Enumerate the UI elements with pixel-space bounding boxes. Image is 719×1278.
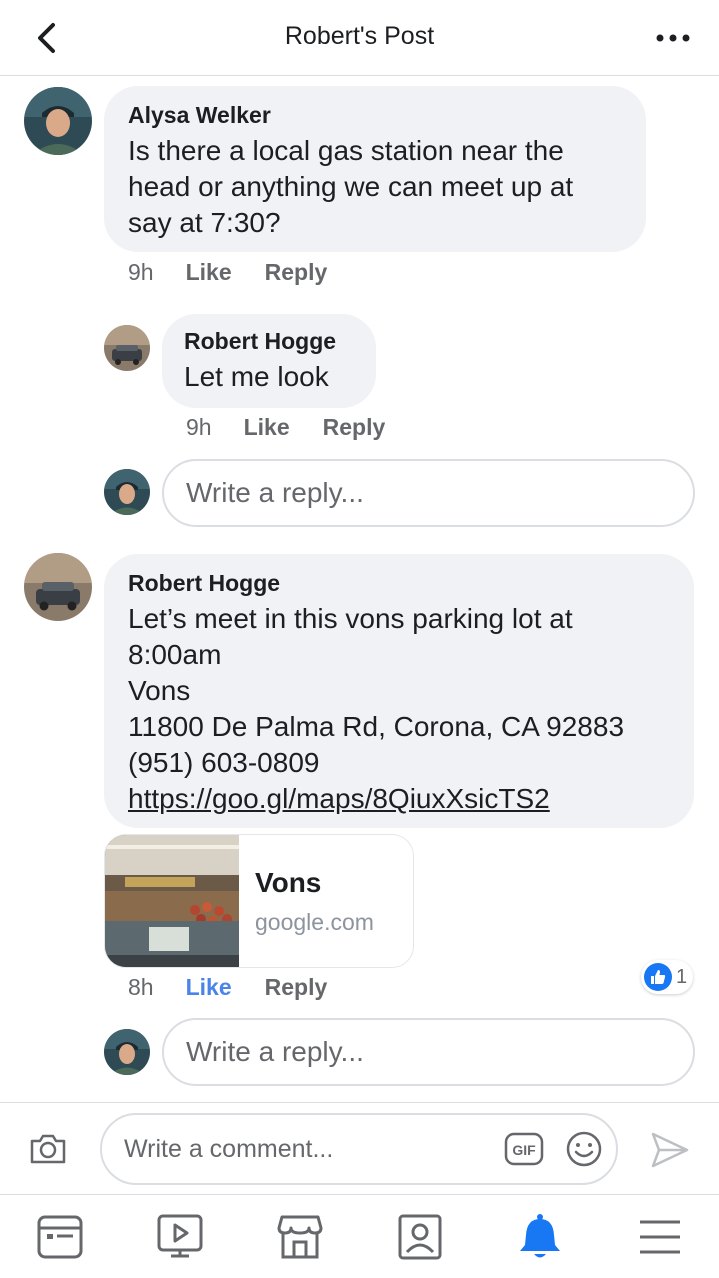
avatar [104, 469, 150, 515]
link-preview-domain: google.com [255, 909, 374, 935]
avatar[interactable] [104, 325, 150, 371]
header: Robert's Post [0, 0, 719, 76]
avatar[interactable] [24, 87, 92, 155]
comment-author[interactable]: Alysa Welker [128, 102, 622, 129]
comment-text: Is there a local gas station near the [128, 135, 564, 166]
reply-input[interactable]: Write a reply... [162, 1018, 695, 1086]
tab-notifications[interactable] [516, 1213, 564, 1261]
comment-text: head or anything we can meet up at [128, 171, 574, 202]
tab-watch[interactable] [156, 1213, 204, 1261]
like-button[interactable]: Like [244, 414, 290, 441]
comment-text: say at 7:30? [128, 207, 281, 238]
camera-button[interactable] [28, 1129, 68, 1169]
comment-meta: 9h Like Reply [128, 259, 360, 286]
tab-news-feed[interactable] [36, 1213, 84, 1261]
comment-text: Vons [128, 675, 191, 706]
reply-timestamp: 9h [186, 414, 212, 440]
reply-text: Let me look [184, 361, 329, 392]
reply-author[interactable]: Robert Hogge [184, 328, 354, 355]
link-preview-title: Vons [255, 867, 322, 898]
comment-link[interactable]: https://goo.gl/maps/8QiuxXsicTS2 [128, 781, 670, 817]
watch-icon [157, 1214, 203, 1258]
notifications-icon [520, 1214, 560, 1258]
comment-timestamp: 9h [128, 259, 154, 285]
menu-icon [640, 1220, 680, 1254]
gif-icon: GIF [504, 1132, 544, 1166]
reply-button[interactable]: Reply [265, 259, 328, 286]
reply-input[interactable]: Write a reply... [162, 459, 695, 527]
smiley-icon [566, 1131, 602, 1167]
tab-profile[interactable] [396, 1213, 444, 1261]
like-button[interactable]: Like [186, 259, 232, 286]
comment-text: Let’s meet in this vons parking lot at [128, 603, 573, 634]
news-feed-icon [37, 1215, 83, 1259]
reply-bubble: Robert Hogge Let me look [162, 314, 376, 408]
emoji-button[interactable] [565, 1130, 603, 1168]
send-button[interactable] [650, 1131, 690, 1169]
thumbs-up-icon [644, 963, 672, 991]
link-preview-card[interactable]: Vons google.com [104, 834, 414, 968]
reaction-count: 1 [676, 965, 688, 988]
comment-timestamp: 8h [128, 974, 154, 1000]
avatar [104, 1029, 150, 1075]
reply-button[interactable]: Reply [323, 414, 386, 441]
camera-icon [30, 1134, 66, 1164]
more-dots-icon [656, 34, 690, 42]
avatar[interactable] [24, 553, 92, 621]
send-icon [651, 1132, 689, 1168]
reply-meta: 9h Like Reply [186, 414, 418, 441]
comment-bubble: Robert Hogge Let’s meet in this vons par… [104, 554, 694, 828]
like-button[interactable]: Like [186, 974, 232, 1001]
profile-icon [398, 1214, 442, 1260]
gif-label: GIF [512, 1142, 536, 1158]
reply-button[interactable]: Reply [265, 974, 328, 1001]
comment-bubble: Alysa Welker Is there a local gas statio… [104, 86, 646, 252]
comment-text: (951) 603-0809 [128, 747, 320, 778]
gif-button[interactable]: GIF [504, 1131, 544, 1167]
marketplace-icon [277, 1215, 323, 1259]
tab-marketplace[interactable] [276, 1213, 324, 1261]
more-options-button[interactable] [653, 22, 693, 54]
tab-menu[interactable] [636, 1213, 684, 1261]
page-title: Robert's Post [284, 22, 435, 50]
comment-text: 8:00am [128, 639, 222, 670]
comment-author[interactable]: Robert Hogge [128, 570, 670, 597]
bottom-tab-bar [0, 1194, 719, 1278]
comment-text: 11800 De Palma Rd, Corona, CA 92883 [128, 711, 625, 742]
comment-composer: Write a comment... GIF [0, 1102, 719, 1194]
reaction-summary[interactable]: 1 [641, 960, 694, 994]
link-preview-image [105, 835, 239, 967]
comment-meta: 8h Like Reply [128, 974, 360, 1001]
